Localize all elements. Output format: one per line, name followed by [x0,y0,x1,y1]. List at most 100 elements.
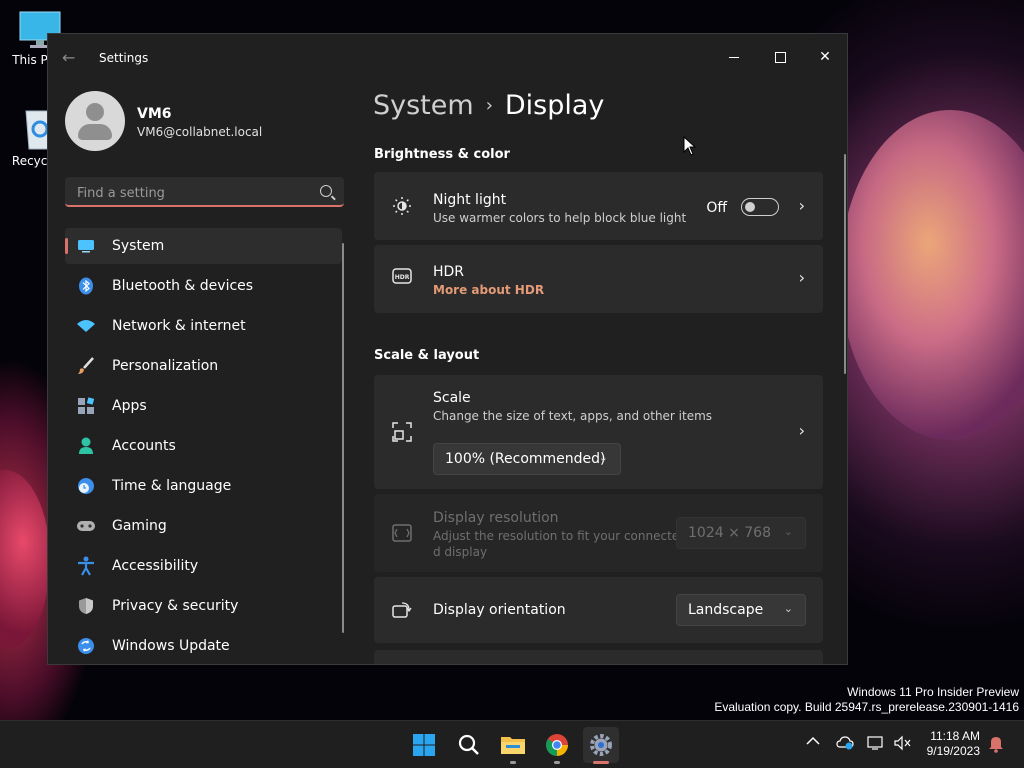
close-icon: ✕ [819,49,831,65]
watermark-line: Windows 11 Pro Insider Preview [847,685,1019,699]
wallpaper-glow [0,470,50,650]
shield-icon [76,596,96,616]
update-icon [76,636,96,656]
chrome-icon [546,734,568,756]
display-orientation-card[interactable]: Display orientation Landscape ⌄ [374,577,823,643]
start-icon [413,734,435,756]
svg-text:HDR: HDR [395,274,410,281]
sidebar-scrollbar[interactable] [342,243,344,633]
search-box[interactable] [65,177,344,207]
volume-muted-icon[interactable] [894,735,912,755]
maximize-icon [774,51,786,63]
brightness-sun-icon [392,196,412,221]
taskbar-settings[interactable] [583,727,619,764]
sidebar-item-label: Time & language [112,478,232,494]
clock-time: 11:18 AM [930,729,980,743]
toggle-knob [745,202,755,212]
gamepad-icon [76,516,96,536]
night-light-title: Night light [433,192,507,208]
resolution-subtitle: Adjust the resolution to fit your connec… [433,529,680,543]
system-clock[interactable]: 11:18 AM 9/19/2023 [927,729,980,759]
paintbrush-icon [76,356,96,376]
accessibility-icon [76,556,96,576]
taskbar-file-explorer[interactable] [495,727,531,764]
search-icon[interactable] [320,185,332,197]
sidebar-item-accessibility[interactable]: Accessibility [65,548,342,584]
chevron-right-icon: › [798,268,805,287]
night-light-toggle[interactable] [741,198,779,216]
taskbar-chrome[interactable] [539,727,575,764]
clock-date: 9/19/2023 [926,744,980,758]
orientation-value: Landscape [688,602,764,618]
chevron-down-icon: ⌄ [598,451,608,464]
sidebar-item-label: Bluetooth & devices [112,278,254,294]
resolution-title: Display resolution [433,510,559,526]
sidebar-item-accounts[interactable]: Accounts [65,428,342,464]
window-title: Settings [99,51,149,65]
sidebar-item-network[interactable]: Network & internet [65,308,342,344]
breadcrumb-parent[interactable]: System [373,90,474,121]
search-icon [458,734,479,755]
onedrive-sync-icon[interactable] [836,736,854,754]
sidebar-nav: System Bluetooth & devices Network & int… [65,228,342,664]
chevron-right-icon: › [798,421,805,440]
scale-card[interactable]: Scale Change the size of text, apps, and… [374,375,823,489]
avatar[interactable] [65,91,125,151]
mouse-cursor [683,136,697,156]
network-icon[interactable] [867,735,885,755]
monitor-icon [76,236,96,256]
globe-clock-icon [76,476,96,496]
resolution-value: 1024 × 768 [688,525,771,541]
section-title-scale-layout: Scale & layout [374,348,480,363]
orientation-title: Display orientation [433,602,566,618]
sidebar-item-system[interactable]: System [65,228,342,264]
sidebar-item-apps[interactable]: Apps [65,388,342,424]
minimize-icon [729,56,739,58]
title-bar[interactable]: ← Settings ✕ [48,34,847,80]
orientation-dropdown[interactable]: Landscape ⌄ [676,594,806,626]
breadcrumb: System › Display [373,90,604,121]
back-button[interactable]: ← [62,50,82,66]
user-name: VM6 [137,106,172,122]
night-light-card[interactable]: Night light Use warmer colors to help bl… [374,172,823,240]
breadcrumb-separator: › [485,95,493,116]
show-hidden-icons-chevron-up-icon[interactable] [806,734,820,750]
scale-subtitle: Change the size of text, apps, and other… [433,409,713,423]
scale-title: Scale [433,390,471,406]
taskbar-search[interactable] [451,727,487,763]
notification-bell-icon[interactable] [988,735,1004,757]
close-button[interactable]: ✕ [802,42,847,72]
hdr-learn-more-link[interactable]: More about HDR [433,283,544,297]
active-indicator [593,761,609,764]
sidebar-item-label: Network & internet [112,318,246,334]
hdr-title: HDR [433,264,465,280]
settings-icon [590,734,612,756]
avatar-body [78,124,112,140]
taskbar-start[interactable] [406,727,442,763]
sidebar-item-personalization[interactable]: Personalization [65,348,342,384]
minimize-button[interactable] [711,42,757,72]
main-scrollbar[interactable] [844,154,846,374]
evaluation-watermark: Windows 11 Pro Insider Preview Evaluatio… [714,685,1019,715]
scale-value: 100% (Recommended) [445,451,606,467]
sidebar-item-label: Gaming [112,518,167,534]
night-light-subtitle: Use warmer colors to help block blue lig… [433,211,687,225]
sidebar-item-label: Personalization [112,358,219,374]
page-title: Display [504,90,605,121]
sidebar-item-privacy-security[interactable]: Privacy & security [65,588,342,624]
search-input[interactable] [75,182,309,204]
sidebar-item-bluetooth[interactable]: Bluetooth & devices [65,268,342,304]
scale-dropdown[interactable]: 100% (Recommended) ⌄ [433,443,621,475]
file-explorer-icon [501,737,525,754]
sidebar-item-time-language[interactable]: Time & language [65,468,342,504]
sidebar-item-windows-update[interactable]: Windows Update [65,628,342,664]
next-setting-card[interactable] [374,650,823,664]
settings-window: ← Settings ✕ VM6 VM6@collabnet.local Sys… [47,33,848,665]
maximize-button[interactable] [757,42,803,72]
resolution-icon [392,524,412,547]
user-email: VM6@collabnet.local [137,125,263,139]
orientation-icon [392,601,412,624]
hdr-card[interactable]: HDR HDR More about HDR › [374,245,823,313]
sidebar-item-label: System [112,238,165,254]
sidebar-item-gaming[interactable]: Gaming [65,508,342,544]
